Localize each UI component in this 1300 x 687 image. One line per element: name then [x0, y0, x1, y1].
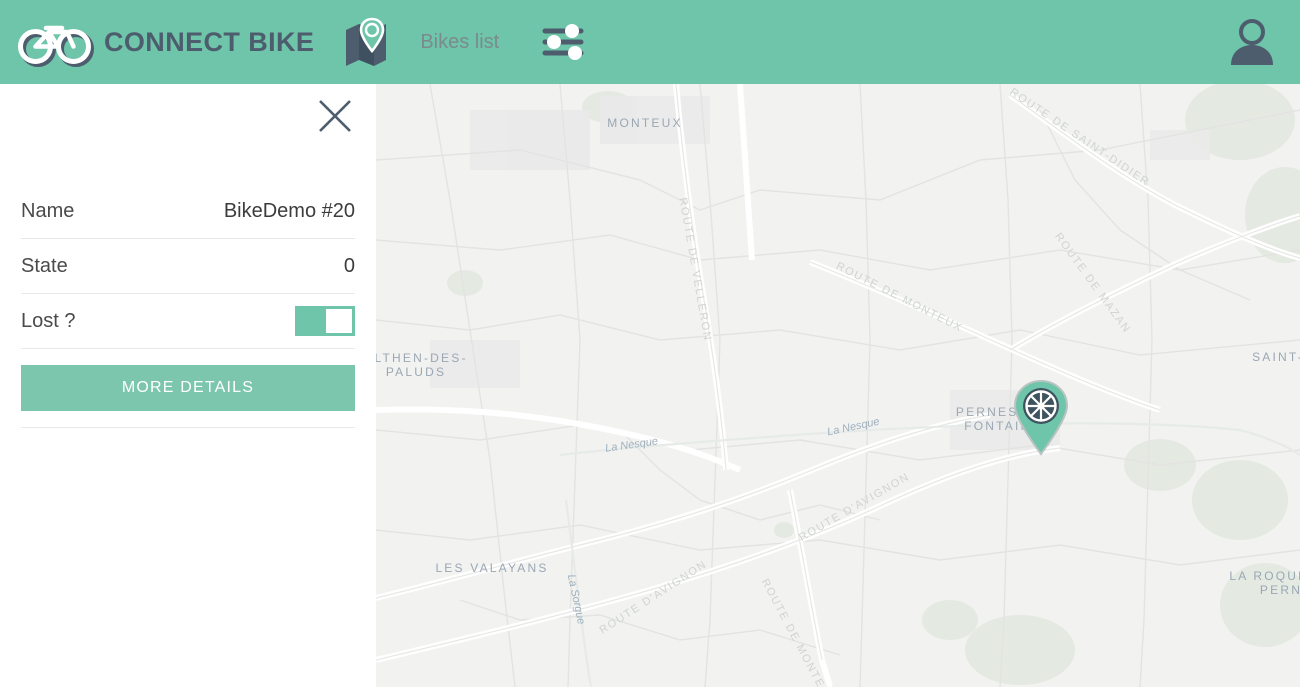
bike-marker[interactable]	[1006, 378, 1076, 456]
detail-row-state: State 0	[21, 239, 355, 294]
app-header: CONNECT BIKE Bikes list	[0, 0, 1300, 84]
map-label: SAINT-	[1252, 350, 1300, 364]
map-label: MONTEUX	[607, 116, 682, 130]
map-label: LA ROQUE-	[1229, 569, 1300, 583]
app-root: CONNECT BIKE Bikes list MONTEUX LTHEN-DE…	[0, 0, 1300, 687]
map-vector: MONTEUXALTHEN-DES-PALUDSPERNES-LES-FONTA…	[376, 84, 1300, 687]
detail-row-lost: Lost ?	[21, 294, 355, 349]
detail-row-name: Name BikeDemo #20	[21, 184, 355, 239]
map-label: ALTHEN-DES-	[376, 351, 468, 365]
map-canvas[interactable]: MONTEUXALTHEN-DES-PALUDSPERNES-LES-FONTA…	[376, 84, 1300, 687]
bike-detail-panel: Name BikeDemo #20 State 0 Lost ? MORE DE…	[0, 84, 376, 687]
map-label: PALUDS	[386, 365, 446, 379]
toggle-knob	[326, 309, 352, 333]
map-label: LES VALAYANS	[435, 561, 548, 575]
detail-label-name: Name	[21, 199, 75, 222]
user-icon[interactable]	[1222, 12, 1282, 72]
map-pin-icon[interactable]	[344, 16, 390, 68]
sliders-icon[interactable]	[539, 18, 587, 66]
panel-body: Name BikeDemo #20 State 0 Lost ? MORE DE…	[0, 184, 376, 428]
map-label: PERN	[1260, 583, 1300, 597]
bicycle-icon	[18, 16, 96, 68]
panel-header	[0, 84, 376, 146]
detail-value-state: 0	[343, 254, 355, 277]
lost-toggle-switch[interactable]	[295, 306, 355, 336]
close-icon[interactable]	[315, 96, 355, 136]
brand-name: CONNECT BIKE	[104, 26, 315, 57]
brand[interactable]: CONNECT BIKE	[0, 16, 314, 68]
detail-value-name: BikeDemo #20	[223, 199, 355, 222]
more-details-button[interactable]: MORE DETAILS	[21, 365, 355, 411]
detail-label-lost: Lost ?	[21, 309, 76, 332]
detail-label-state: State	[21, 254, 68, 277]
nav-bikes-list[interactable]: Bikes list	[420, 31, 499, 54]
panel-divider	[21, 427, 355, 428]
